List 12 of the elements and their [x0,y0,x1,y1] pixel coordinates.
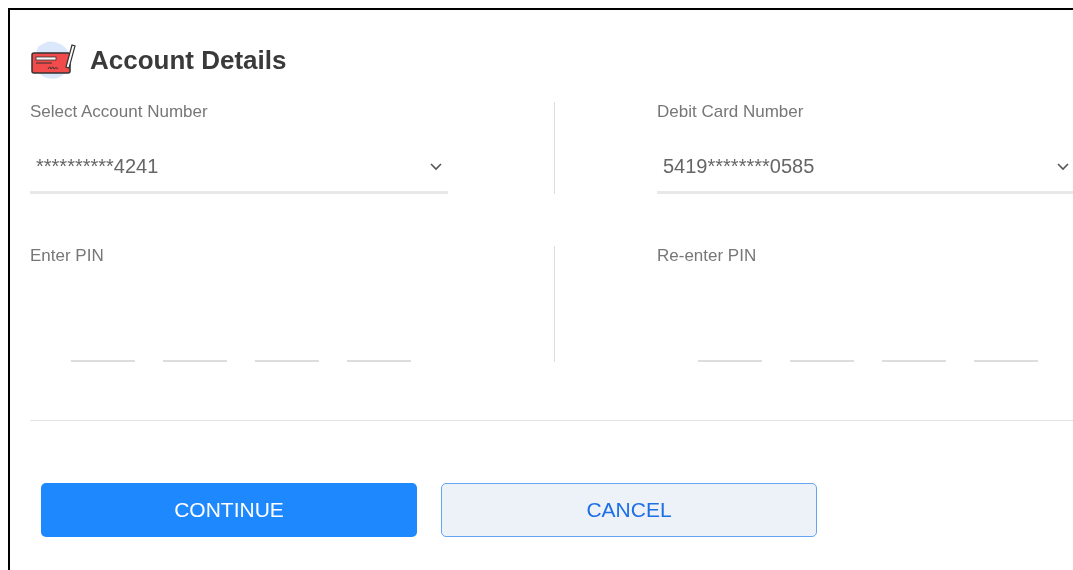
cheque-icon [30,39,76,81]
cancel-button[interactable]: CANCEL [441,483,817,537]
chevron-down-icon [1057,162,1069,171]
chevron-down-icon [430,162,442,171]
field-label: Re-enter PIN [657,246,758,267]
field-label: Enter PIN [30,246,105,267]
continue-button[interactable]: CONTINUE [41,483,417,537]
dropdown-field[interactable]: **********4241 [30,142,448,194]
section-title: Account Details [90,44,287,76]
field-label: Select Account Number [30,102,209,123]
dropdown-field[interactable]: 5419********0585 [657,142,1073,194]
field-label: Debit Card Number [657,102,805,123]
